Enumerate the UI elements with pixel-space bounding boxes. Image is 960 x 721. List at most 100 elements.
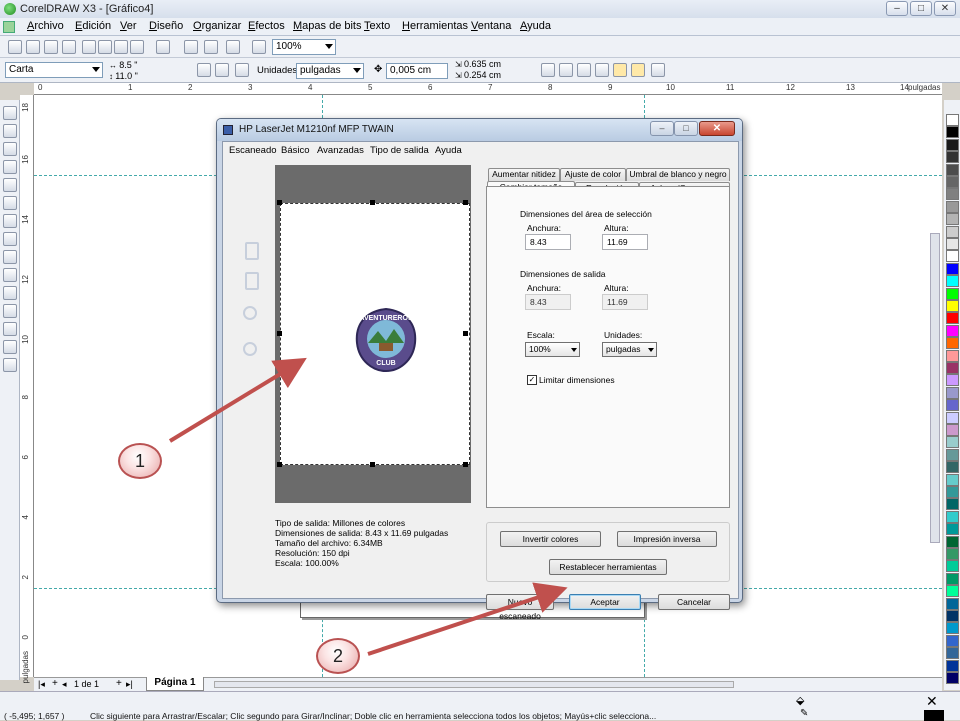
color-swatch[interactable] bbox=[946, 560, 959, 573]
last-page-icon[interactable]: ▸| bbox=[126, 679, 133, 690]
units-select[interactable]: pulgadas bbox=[296, 63, 364, 79]
color-swatch[interactable] bbox=[946, 176, 959, 188]
color-swatch[interactable] bbox=[946, 424, 959, 436]
color-swatch[interactable] bbox=[946, 200, 959, 213]
reverse-print-button[interactable]: Impresión inversa bbox=[617, 531, 717, 547]
menu-herramientas[interactable]: Herramientas bbox=[402, 20, 468, 32]
polygon-tool-icon[interactable] bbox=[3, 250, 17, 264]
color-swatch[interactable] bbox=[946, 151, 959, 164]
color-swatch[interactable] bbox=[946, 188, 959, 201]
duplicate-distance-fields[interactable]: ⇲ 0.635 cm ⇲ 0.254 cm bbox=[455, 59, 501, 81]
shape-tool-icon[interactable] bbox=[3, 124, 17, 138]
color-swatch[interactable] bbox=[946, 337, 959, 350]
paste-icon[interactable] bbox=[114, 40, 128, 54]
add-page-icon[interactable]: + bbox=[52, 678, 58, 689]
dialog-menu-escaneado[interactable]: Escaneado bbox=[229, 145, 277, 156]
dialog-close-button[interactable]: ✕ bbox=[699, 121, 735, 136]
resize-handle[interactable] bbox=[370, 462, 375, 467]
options-icon[interactable] bbox=[651, 63, 665, 77]
color-swatch[interactable] bbox=[946, 498, 959, 511]
color-swatch[interactable] bbox=[946, 647, 959, 660]
save-icon[interactable] bbox=[44, 40, 58, 54]
new-icon[interactable] bbox=[8, 40, 22, 54]
text-tool-icon[interactable] bbox=[3, 286, 17, 300]
resize-handle[interactable] bbox=[277, 200, 282, 205]
import-icon[interactable] bbox=[184, 40, 198, 54]
app-launcher-icon[interactable] bbox=[226, 40, 240, 54]
duplicate-y[interactable]: 0.254 cm bbox=[464, 70, 501, 80]
scale-select[interactable]: 100% bbox=[525, 342, 580, 357]
color-swatch[interactable] bbox=[946, 349, 959, 362]
rotate-left-icon[interactable] bbox=[245, 242, 259, 260]
color-swatch[interactable] bbox=[946, 622, 959, 635]
landscape-icon[interactable] bbox=[215, 63, 229, 77]
color-swatch[interactable] bbox=[946, 572, 959, 585]
color-swatch[interactable] bbox=[946, 213, 959, 226]
resize-handle[interactable] bbox=[277, 462, 282, 467]
menu-ayuda[interactable]: Ayuda bbox=[520, 20, 551, 32]
resize-handle[interactable] bbox=[370, 200, 375, 205]
color-swatch[interactable] bbox=[946, 312, 959, 325]
welcome-icon[interactable] bbox=[252, 40, 266, 54]
color-swatch[interactable] bbox=[946, 411, 959, 424]
dialog-title-bar[interactable]: HP LaserJet M1210nf MFP TWAIN – □ ✕ bbox=[217, 119, 742, 141]
dialog-menu-avanzadas[interactable]: Avanzadas bbox=[317, 145, 364, 156]
dynamic-guides-icon[interactable] bbox=[595, 63, 609, 77]
redo-icon[interactable] bbox=[156, 40, 170, 54]
copy-icon[interactable] bbox=[98, 40, 112, 54]
pick-tool-icon[interactable] bbox=[3, 106, 17, 120]
menu-mapas-de-bits[interactable]: Mapas de bits bbox=[293, 20, 362, 32]
vertical-ruler[interactable]: 18 16 14 12 10 8 6 4 2 0 pulgadas bbox=[20, 95, 34, 683]
basic-shapes-tool-icon[interactable] bbox=[3, 268, 17, 282]
menu-edicion[interactable]: Edición bbox=[75, 20, 111, 32]
draw-scale-icon[interactable] bbox=[631, 63, 645, 77]
eyedropper-tool-icon[interactable] bbox=[3, 322, 17, 336]
color-swatch[interactable] bbox=[946, 585, 959, 598]
reset-tools-button[interactable]: Restablecer herramientas bbox=[549, 559, 667, 575]
cancel-button[interactable]: Cancelar bbox=[658, 594, 730, 610]
print-icon[interactable] bbox=[62, 40, 76, 54]
zoom-in-icon[interactable] bbox=[243, 306, 257, 320]
color-swatch[interactable] bbox=[946, 114, 959, 126]
crop-tool-icon[interactable] bbox=[3, 142, 17, 156]
resize-handle[interactable] bbox=[463, 200, 468, 205]
limit-dimensions-checkbox[interactable]: ✓ bbox=[527, 375, 537, 385]
color-swatch[interactable] bbox=[946, 436, 959, 449]
resize-handle[interactable] bbox=[463, 331, 468, 336]
color-swatch[interactable] bbox=[946, 461, 959, 474]
color-swatch[interactable] bbox=[946, 275, 959, 288]
tab-ajuste-color[interactable]: Ajuste de color bbox=[560, 168, 626, 181]
color-swatch[interactable] bbox=[946, 262, 959, 275]
prev-page-icon[interactable]: ◂ bbox=[62, 679, 67, 690]
snap-objects-icon[interactable] bbox=[577, 63, 591, 77]
tab-umbral[interactable]: Umbral de blanco y negro bbox=[626, 168, 730, 181]
color-swatch[interactable] bbox=[946, 374, 959, 387]
dialog-maximize-button[interactable]: □ bbox=[674, 121, 698, 136]
color-swatch[interactable] bbox=[946, 523, 959, 536]
freehand-tool-icon[interactable] bbox=[3, 178, 17, 192]
new-scan-button[interactable]: Nuevo escaneado bbox=[486, 594, 554, 621]
cut-icon[interactable] bbox=[82, 40, 96, 54]
units-select[interactable]: pulgadas bbox=[602, 342, 657, 357]
dialog-menu-tipo-salida[interactable]: Tipo de salida bbox=[370, 145, 429, 156]
open-icon[interactable] bbox=[26, 40, 40, 54]
horizontal-scrollbar[interactable] bbox=[214, 681, 734, 688]
color-swatch[interactable] bbox=[946, 238, 959, 250]
page-tab[interactable]: Página 1 bbox=[146, 677, 204, 691]
color-swatch[interactable] bbox=[946, 386, 959, 399]
resize-handle[interactable] bbox=[277, 331, 282, 336]
zoom-level-select[interactable]: 100% bbox=[272, 39, 336, 55]
page-layout-icon[interactable] bbox=[235, 63, 249, 77]
color-swatch[interactable] bbox=[946, 138, 959, 151]
maximize-button[interactable]: □ bbox=[910, 1, 932, 16]
color-swatch[interactable] bbox=[946, 597, 959, 610]
dialog-menu-basico[interactable]: Básico bbox=[281, 145, 310, 156]
color-swatch[interactable] bbox=[946, 362, 959, 374]
color-swatch[interactable] bbox=[946, 535, 959, 548]
color-swatch[interactable] bbox=[946, 324, 959, 337]
paper-type-select[interactable]: Carta bbox=[5, 62, 103, 78]
resize-handle[interactable] bbox=[463, 462, 468, 467]
color-swatch[interactable] bbox=[946, 448, 959, 461]
menu-texto[interactable]: Texto bbox=[364, 20, 390, 32]
duplicate-x[interactable]: 0.635 cm bbox=[464, 59, 501, 69]
